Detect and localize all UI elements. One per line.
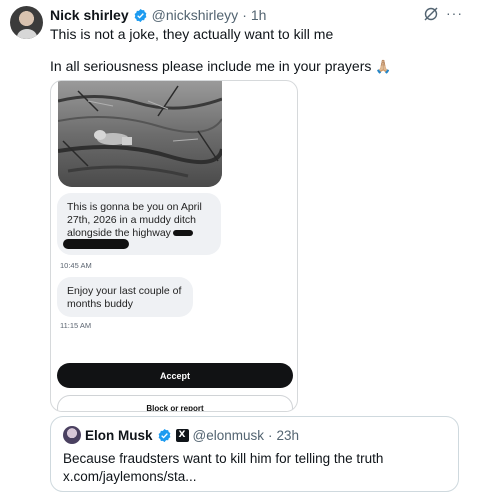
followup-message-bubble: Enjoy your last couple of months buddy bbox=[57, 277, 193, 317]
redaction-mark-2 bbox=[63, 239, 129, 249]
quote-author-avatar[interactable] bbox=[63, 426, 81, 444]
message1-line3: alongside the highway bbox=[67, 227, 171, 239]
verified-badge-icon bbox=[134, 8, 146, 22]
redaction-mark bbox=[172, 230, 193, 237]
quote-verified-badge-icon bbox=[158, 428, 170, 442]
tweet-time[interactable]: 1h bbox=[251, 7, 267, 23]
message2-line1: Enjoy your last couple of bbox=[67, 285, 182, 297]
praying-hands-emoji: 🙏🏼 bbox=[375, 59, 392, 74]
message2-line2: months buddy bbox=[67, 298, 133, 310]
quote-author-handle[interactable]: @elonmusk bbox=[193, 428, 264, 443]
quote-header-separator: · bbox=[268, 427, 273, 443]
quote-author-name[interactable]: Elon Musk bbox=[85, 428, 153, 443]
message2-timestamp: 11:15 AM bbox=[60, 321, 92, 330]
tweet-header: Nick shirley @nickshirleyy · 1h bbox=[50, 6, 266, 24]
quoted-tweet[interactable]: Elon Musk X @elonmusk · 23h Because frau… bbox=[50, 416, 459, 492]
threat-message-bubble: This is gonna be you on April 27th, 2026… bbox=[57, 193, 221, 255]
quote-time[interactable]: 23h bbox=[277, 428, 300, 443]
author-name[interactable]: Nick shirley bbox=[50, 7, 129, 23]
tweet-text-line1: This is not a joke, they actually want t… bbox=[50, 26, 334, 42]
message1-line2: 27th, 2026 in a muddy ditch bbox=[67, 214, 197, 226]
accept-button[interactable]: Accept bbox=[57, 363, 293, 388]
tweet-text-line2-text: In all seriousness please include me in … bbox=[50, 58, 372, 74]
header-separator: · bbox=[242, 7, 247, 23]
quote-link[interactable]: x.com/jaylemons/sta... bbox=[63, 469, 197, 484]
grok-icon[interactable] bbox=[423, 6, 439, 22]
quote-text-line1: Because fraudsters want to kill him for … bbox=[63, 451, 384, 466]
tweet-text-line2: In all seriousness please include me in … bbox=[50, 58, 391, 75]
message1-line1: This is gonna be you on April bbox=[67, 201, 202, 213]
attached-screenshot[interactable]: This is gonna be you on April 27th, 2026… bbox=[50, 80, 298, 412]
ditch-photo bbox=[58, 81, 222, 187]
quote-header: Elon Musk X @elonmusk · 23h bbox=[85, 426, 299, 444]
x-affiliation-icon: X bbox=[175, 428, 189, 442]
message1-timestamp: 10:45 AM bbox=[60, 261, 92, 270]
more-options-icon[interactable]: ··· bbox=[446, 5, 463, 21]
block-or-report-button[interactable]: Block or report bbox=[57, 395, 293, 411]
author-avatar[interactable] bbox=[10, 6, 43, 39]
author-handle[interactable]: @nickshirleyy bbox=[152, 7, 239, 23]
